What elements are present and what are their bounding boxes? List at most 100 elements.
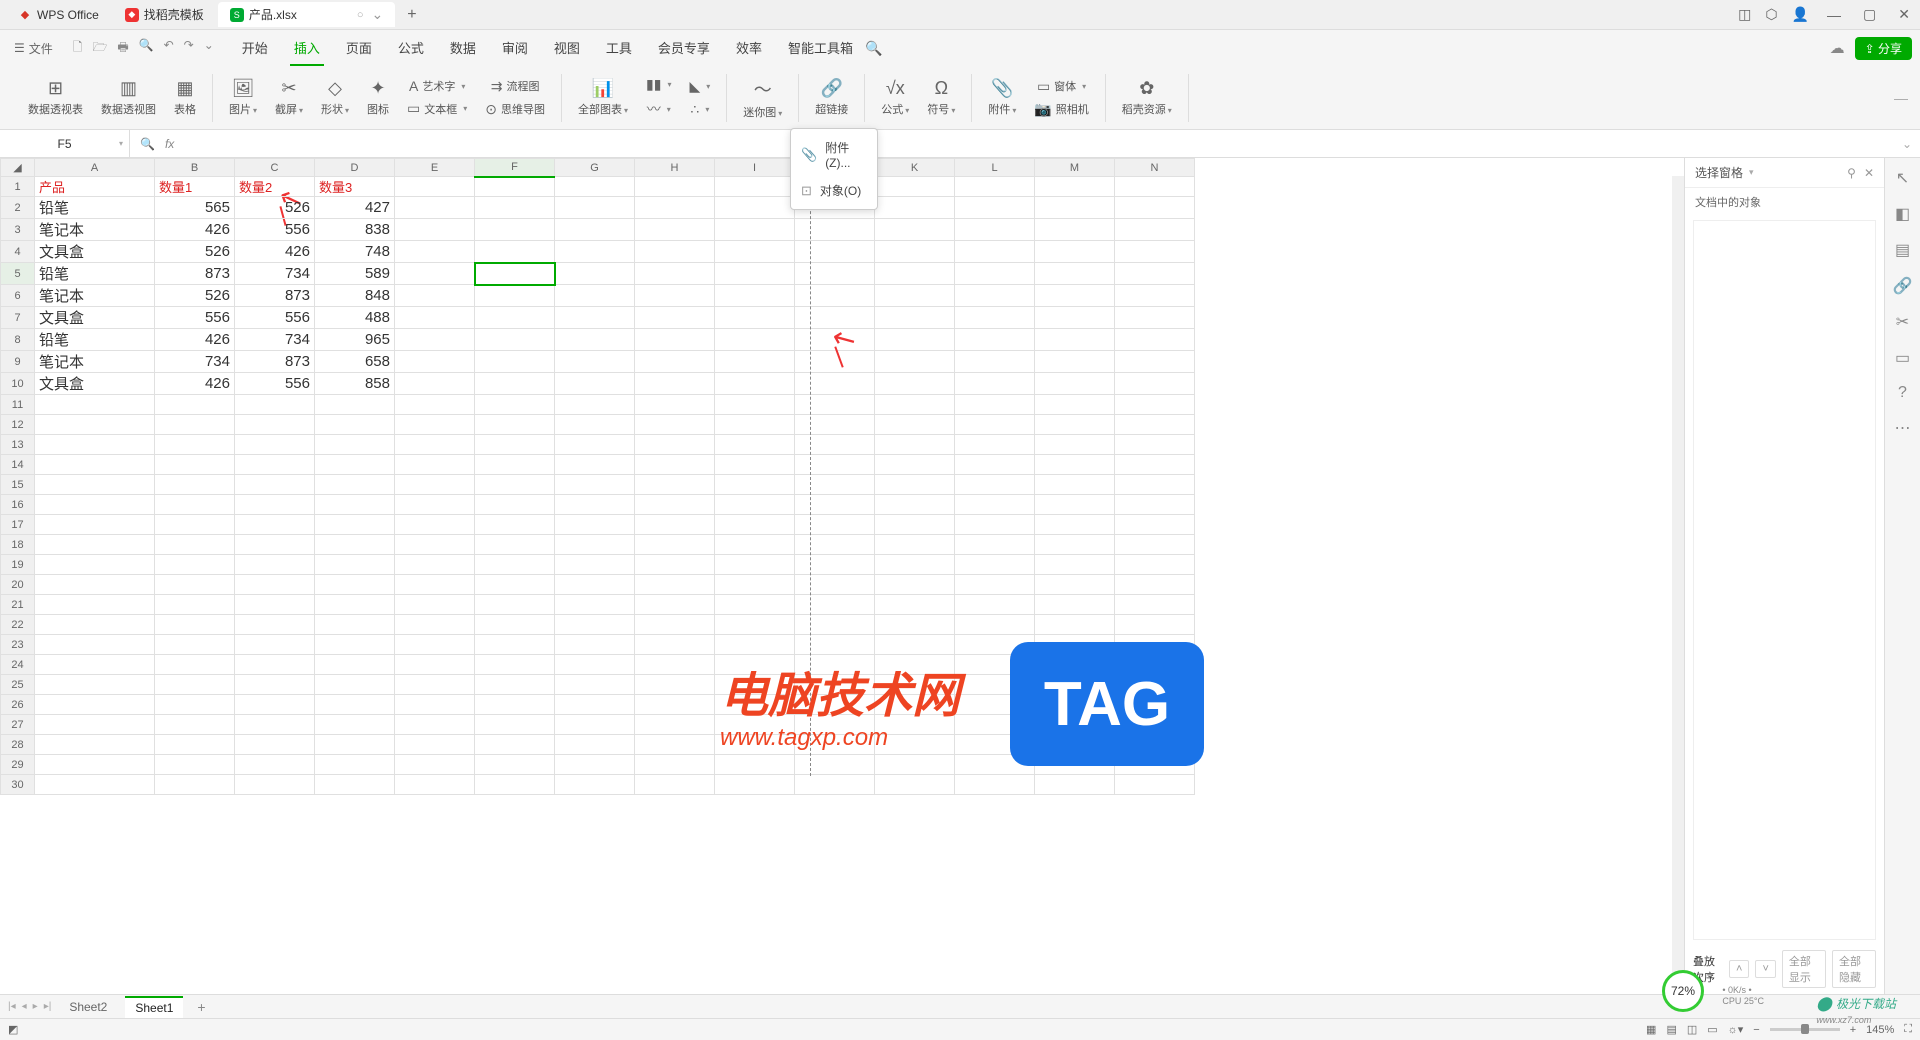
cell[interactable] [555, 415, 635, 435]
cell[interactable] [475, 285, 555, 307]
cell[interactable] [635, 241, 715, 263]
show-all-button[interactable]: 全部显示 [1782, 950, 1826, 988]
row-header[interactable]: 15 [1, 475, 35, 495]
fx-icon[interactable]: fx [165, 137, 174, 151]
cell[interactable] [875, 595, 955, 615]
cell[interactable] [555, 735, 635, 755]
row-header[interactable]: 29 [1, 755, 35, 775]
cell[interactable] [155, 495, 235, 515]
tab-tools[interactable]: 工具 [602, 31, 636, 66]
sheet-tab-sheet1[interactable]: Sheet1 [125, 996, 183, 1018]
cell[interactable] [795, 755, 875, 775]
cell[interactable] [235, 495, 315, 515]
cell[interactable] [875, 495, 955, 515]
status-indicator-icon[interactable]: ◩ [8, 1023, 18, 1036]
cell[interactable] [475, 555, 555, 575]
cell[interactable] [475, 219, 555, 241]
cell[interactable] [555, 515, 635, 535]
cell[interactable] [555, 575, 635, 595]
cell[interactable] [875, 351, 955, 373]
cell[interactable] [1035, 351, 1115, 373]
cell[interactable] [315, 435, 395, 455]
cell[interactable] [1035, 177, 1115, 197]
avatar-icon[interactable]: 👤 [1792, 6, 1809, 23]
cell[interactable] [955, 415, 1035, 435]
cell[interactable] [875, 615, 955, 635]
collapse-ribbon-icon[interactable]: — [1894, 90, 1908, 106]
cell[interactable] [155, 595, 235, 615]
cell[interactable]: 838 [315, 219, 395, 241]
cell[interactable] [235, 655, 315, 675]
cell[interactable] [955, 555, 1035, 575]
cell[interactable] [715, 351, 795, 373]
cell[interactable] [635, 775, 715, 795]
cell[interactable]: 748 [315, 241, 395, 263]
cell[interactable] [955, 775, 1035, 795]
cell[interactable] [1115, 555, 1195, 575]
table-button[interactable]: ▦表格 [168, 76, 202, 119]
row-header[interactable]: 6 [1, 285, 35, 307]
first-sheet-icon[interactable]: |◂ [8, 1001, 16, 1012]
cell[interactable] [1115, 329, 1195, 351]
cell[interactable]: 658 [315, 351, 395, 373]
cell[interactable] [235, 415, 315, 435]
cell[interactable] [395, 655, 475, 675]
cell[interactable] [35, 415, 155, 435]
cell[interactable] [395, 555, 475, 575]
cell[interactable] [1035, 263, 1115, 285]
resources-button[interactable]: ✿稻壳资源▾ [1116, 76, 1178, 119]
cell[interactable] [1115, 241, 1195, 263]
cell[interactable] [715, 575, 795, 595]
all-charts-button[interactable]: 📊全部图表▾ [572, 76, 634, 119]
cell[interactable] [395, 495, 475, 515]
cell[interactable]: 873 [235, 351, 315, 373]
cell[interactable] [475, 395, 555, 415]
cell[interactable] [795, 285, 875, 307]
new-icon[interactable]: 🗋 [73, 38, 83, 59]
add-sheet-button[interactable]: + [191, 999, 211, 1015]
symbol-button[interactable]: Ω符号▾ [921, 76, 961, 119]
cell[interactable] [1115, 595, 1195, 615]
zoom-lookup-icon[interactable]: 🔍 [140, 137, 155, 151]
col-header-c[interactable]: C [235, 159, 315, 177]
cell[interactable] [555, 755, 635, 775]
help-icon[interactable]: ? [1898, 384, 1907, 402]
cell[interactable] [1115, 615, 1195, 635]
scatter-chart-button[interactable]: ∴▾ [683, 99, 716, 120]
cell[interactable] [795, 373, 875, 395]
cell[interactable] [1035, 373, 1115, 395]
cube-icon[interactable]: ⬡ [1765, 6, 1777, 23]
cell[interactable] [715, 415, 795, 435]
cell[interactable] [635, 495, 715, 515]
cell[interactable] [155, 555, 235, 575]
cell[interactable] [235, 735, 315, 755]
cell[interactable] [35, 475, 155, 495]
col-header-m[interactable]: M [1035, 159, 1115, 177]
cell[interactable] [475, 197, 555, 219]
cell[interactable] [715, 455, 795, 475]
cell[interactable] [35, 755, 155, 775]
cell[interactable] [555, 775, 635, 795]
col-header-f[interactable]: F [475, 159, 555, 177]
cell[interactable] [555, 373, 635, 395]
tab-data[interactable]: 数据 [446, 31, 480, 66]
cell[interactable] [555, 695, 635, 715]
cell[interactable] [395, 307, 475, 329]
cell[interactable] [235, 455, 315, 475]
cell[interactable]: 848 [315, 285, 395, 307]
cell[interactable]: 笔记本 [35, 351, 155, 373]
cell[interactable]: 488 [315, 307, 395, 329]
layout-tool-icon[interactable]: ▤ [1895, 240, 1910, 260]
cell[interactable] [635, 655, 715, 675]
cell[interactable] [875, 415, 955, 435]
cell[interactable] [635, 285, 715, 307]
cell[interactable] [155, 695, 235, 715]
cell[interactable] [715, 775, 795, 795]
cell[interactable] [555, 535, 635, 555]
cell[interactable] [635, 455, 715, 475]
row-header[interactable]: 5 [1, 263, 35, 285]
window-button[interactable]: ▭窗体▾ [1028, 76, 1094, 97]
cell[interactable] [1115, 435, 1195, 455]
cell[interactable] [875, 177, 955, 197]
cell[interactable] [1115, 351, 1195, 373]
